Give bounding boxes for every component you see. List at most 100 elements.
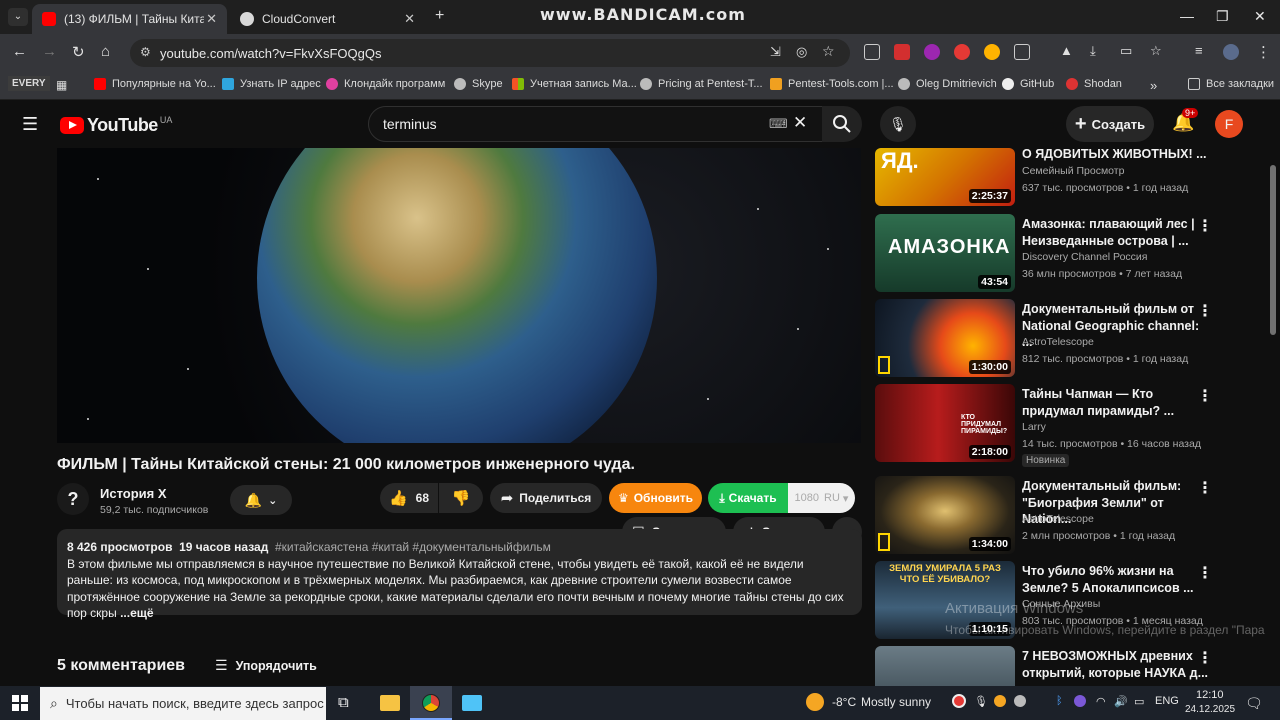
minimize-button[interactable]: — bbox=[1180, 8, 1194, 24]
video-thumbnail[interactable]: АМАЗОНКА 43:54 bbox=[875, 214, 1015, 292]
task-view-icon[interactable]: ⧉ bbox=[338, 694, 349, 711]
notifications-button[interactable]: 🔔 9+ bbox=[1172, 108, 1199, 133]
cast-icon[interactable]: ▲ bbox=[1060, 43, 1073, 58]
new-tab-button[interactable]: + bbox=[435, 7, 444, 25]
video-thumbnail[interactable]: 1:34:00 bbox=[875, 476, 1015, 554]
bookmark-item[interactable]: Pricing at Pentest-T... bbox=[640, 78, 763, 90]
video-thumbnail[interactable]: 1:30:00 bbox=[875, 299, 1015, 377]
tray-icon[interactable] bbox=[1014, 695, 1026, 707]
channel-avatar[interactable]: ? bbox=[57, 483, 89, 515]
channel-name[interactable]: Семейный Просмотр bbox=[1022, 165, 1124, 177]
extensions-puzzle-icon[interactable] bbox=[1014, 44, 1030, 60]
recommendation-item[interactable]: КТО ПРИДУМАЛ ПИРАМИДЫ? 2:18:00 Тайны Чап… bbox=[875, 384, 1270, 467]
hamburger-menu-icon[interactable]: ☰ bbox=[22, 114, 38, 135]
bookmark-item[interactable]: Узнать IP адрес bbox=[222, 78, 321, 90]
recommendation-item[interactable]: ЯД. 2:25:37 О ЯДОВИТЫХ ЖИВОТНЫХ! ... Сем… bbox=[875, 138, 1270, 206]
bookmark-item[interactable]: Pentest-Tools.com |... bbox=[770, 78, 894, 90]
menu-icon[interactable]: ⋮ bbox=[1256, 43, 1271, 61]
share-button[interactable]: ➦ Поделиться bbox=[490, 483, 602, 513]
voice-search-button[interactable]: 🎙 bbox=[880, 106, 916, 142]
chrome-taskbar-icon[interactable] bbox=[410, 686, 452, 720]
recommendation-item[interactable]: 7 НЕВОЗМОЖНЫХ древних открытий, которые Н… bbox=[875, 646, 1270, 686]
extension-purple-icon[interactable] bbox=[924, 44, 940, 60]
profile-icon[interactable] bbox=[1223, 44, 1239, 60]
quality-select[interactable]: 1080 RU ▾ bbox=[788, 483, 855, 513]
channel-name[interactable]: AstroTelescope bbox=[1022, 336, 1094, 348]
extension-icon[interactable] bbox=[864, 44, 880, 60]
apps-icon[interactable]: ▦ bbox=[56, 78, 67, 92]
close-window-button[interactable]: ✕ bbox=[1254, 8, 1266, 25]
reload-icon[interactable]: ↻ bbox=[72, 43, 85, 61]
taskbar-search-input[interactable]: ⌕ Чтобы начать поиск, введите здесь запр… bbox=[40, 687, 326, 720]
hashtags[interactable]: #китайскаястена #китай #документальныйфи… bbox=[275, 540, 551, 554]
keyboard-icon[interactable]: ⌨ bbox=[769, 116, 788, 132]
clock-date[interactable]: 24.12.2025 bbox=[1185, 704, 1235, 715]
bookmark-item[interactable]: Shodan bbox=[1066, 78, 1122, 90]
more-vertical-icon[interactable]: ⋮ bbox=[1197, 478, 1213, 498]
extension-yellow-icon[interactable] bbox=[984, 44, 1000, 60]
recommendation-item[interactable]: 1:30:00 Документальный фильм от National … bbox=[875, 299, 1270, 379]
more-bookmarks-icon[interactable]: » bbox=[1150, 78, 1157, 93]
input-language[interactable]: ENG bbox=[1155, 695, 1179, 707]
channel-name[interactable]: Larry bbox=[1022, 421, 1046, 433]
bookmark-item[interactable]: Клондайк программ bbox=[326, 78, 445, 90]
tab-youtube[interactable]: (13) ФИЛЬМ | Тайны Китайско ✕ bbox=[32, 4, 227, 34]
video-thumbnail[interactable] bbox=[875, 646, 1015, 686]
record-icon[interactable] bbox=[952, 694, 966, 708]
back-icon[interactable]: ← bbox=[12, 43, 27, 60]
install-icon[interactable]: ⇲ bbox=[770, 44, 781, 60]
bookmark-item[interactable]: Skype bbox=[454, 78, 503, 90]
site-info-icon[interactable]: ⚙ bbox=[140, 45, 151, 59]
video-player[interactable] bbox=[57, 148, 861, 443]
weather-temp[interactable]: -8°C bbox=[832, 695, 856, 709]
channel-name[interactable]: История X bbox=[100, 486, 167, 501]
bookmark-every[interactable]: EVERY bbox=[8, 76, 50, 91]
extension-red-icon[interactable] bbox=[894, 44, 910, 60]
bookmark-item[interactable]: Учетная запись Ма... bbox=[512, 78, 637, 90]
recommendation-item[interactable]: АМАЗОНКА 43:54 Амазонка: плавающий лес |… bbox=[875, 214, 1270, 294]
extension-shield-icon[interactable] bbox=[954, 44, 970, 60]
recommendation-item[interactable]: 1:34:00 Документальный фильм: "Биография … bbox=[875, 476, 1270, 556]
address-bar[interactable]: ⚙ youtube.com/watch?v=FkvXsFOQgQs ⇲ ◎ ☆ bbox=[130, 39, 850, 67]
video-thumbnail[interactable]: ЯД. 2:25:37 bbox=[875, 148, 1015, 206]
download-extension-button[interactable]: ⤓ Скачать bbox=[708, 483, 788, 513]
more-vertical-icon[interactable]: ⋮ bbox=[1197, 648, 1213, 668]
clear-search-icon[interactable]: ✕ bbox=[793, 113, 807, 133]
video-thumbnail[interactable]: КТО ПРИДУМАЛ ПИРАМИДЫ? 2:18:00 bbox=[875, 384, 1015, 462]
tab-search-button[interactable]: ⌄ bbox=[8, 8, 28, 26]
forward-icon[interactable]: → bbox=[42, 43, 57, 60]
maximize-button[interactable]: ❐ bbox=[1216, 8, 1229, 25]
more-vertical-icon[interactable]: ⋮ bbox=[1197, 386, 1213, 406]
home-icon[interactable]: ⌂ bbox=[101, 43, 110, 60]
more-vertical-icon[interactable]: ⋮ bbox=[1197, 563, 1213, 583]
tab-cloudconvert[interactable]: CloudConvert ✕ bbox=[230, 4, 425, 34]
channel-name[interactable]: Discovery Channel Россия bbox=[1022, 251, 1147, 263]
battery-icon[interactable]: ▭ bbox=[1134, 695, 1144, 708]
search-button[interactable] bbox=[822, 106, 862, 142]
subscription-bell-button[interactable]: 🔔 ⌄ bbox=[230, 485, 292, 515]
reading-list-icon[interactable]: ≡ bbox=[1195, 43, 1203, 58]
dislike-button[interactable]: 👎 bbox=[439, 483, 483, 513]
youtube-logo[interactable]: YouTube UA bbox=[60, 115, 172, 136]
notifications-icon[interactable]: 🗨 bbox=[1245, 695, 1263, 712]
bluetooth-icon[interactable]: ᛒ bbox=[1056, 695, 1063, 707]
all-bookmarks[interactable]: Все закладки bbox=[1188, 78, 1274, 90]
bookmark-item[interactable]: Популярные на Yo... bbox=[94, 78, 216, 90]
bookmark-icon[interactable]: ☆ bbox=[1150, 43, 1162, 59]
description-box[interactable]: 8 426 просмотров 19 часов назад #китайск… bbox=[57, 529, 862, 620]
bookmark-star-icon[interactable]: ☆ bbox=[822, 43, 835, 60]
more-vertical-icon[interactable]: ⋮ bbox=[1197, 301, 1213, 321]
more-vertical-icon[interactable]: ⋮ bbox=[1197, 216, 1213, 236]
close-tab-icon[interactable]: ✕ bbox=[206, 11, 217, 27]
update-button[interactable]: ♛ Обновить bbox=[609, 483, 702, 513]
file-explorer-icon[interactable] bbox=[380, 695, 400, 711]
avatar[interactable]: F bbox=[1215, 110, 1243, 138]
show-more-link[interactable]: ...ещё bbox=[120, 606, 153, 620]
vpn-icon[interactable] bbox=[994, 695, 1006, 707]
sort-comments-button[interactable]: ☰ Упорядочить bbox=[215, 657, 317, 674]
download-icon[interactable]: ⤓ bbox=[1090, 43, 1096, 59]
create-button[interactable]: + Создать bbox=[1066, 106, 1154, 142]
screen-cast-icon[interactable]: ▭ bbox=[1120, 43, 1132, 59]
bookmark-item[interactable]: GitHub bbox=[1002, 78, 1054, 90]
like-button[interactable]: 👍 68 bbox=[380, 483, 438, 513]
